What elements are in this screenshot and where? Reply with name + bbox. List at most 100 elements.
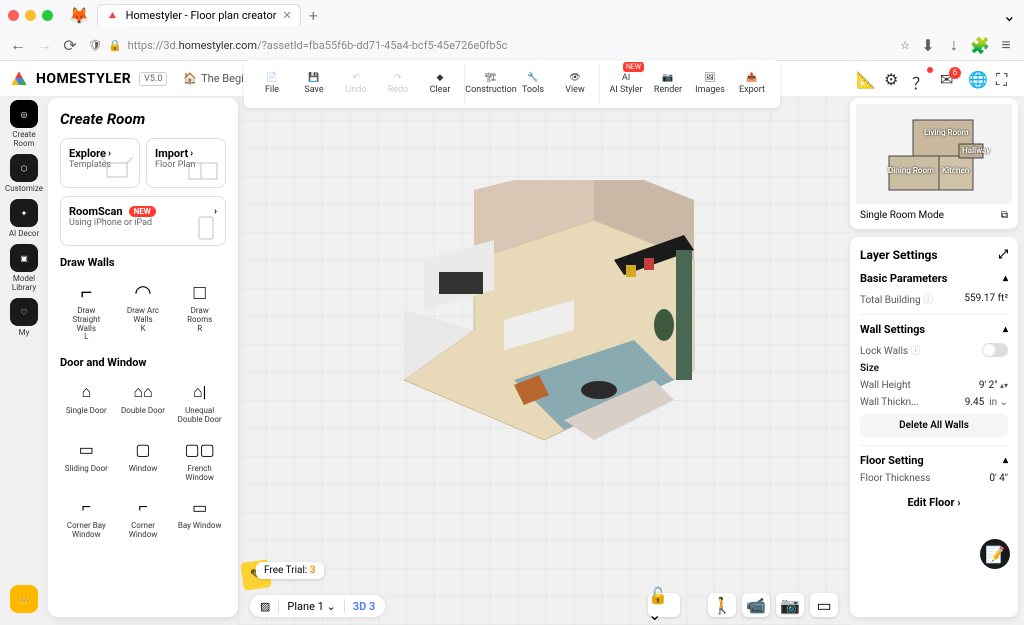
lock-toggle[interactable]: 🔓 ⌄ (648, 593, 680, 617)
door-window-tool-7[interactable]: ⌐Corner Window (117, 490, 170, 544)
mode-3d[interactable]: 3D 3 (353, 600, 375, 613)
door-window-tool-3[interactable]: ▭Sliding Door (60, 433, 113, 487)
rail-create-room[interactable]: ◎Create Room (4, 100, 44, 148)
top-toolbar: 📄File 💾Save ↶Undo ↷Redo ◆Clear 🏗Construc… (244, 60, 780, 108)
construction-button[interactable]: 🏗Construction (471, 64, 511, 104)
info-icon[interactable]: ⓘ (923, 295, 933, 306)
walk-icon[interactable]: 🚶 (708, 593, 736, 617)
import-card[interactable]: Import› Floor Plan (146, 138, 226, 188)
wall-tool-1[interactable]: ◠Draw Arc WallsK (117, 275, 170, 346)
vr-icon[interactable]: ▭ (810, 593, 838, 617)
camera-2-icon[interactable]: 📷 (776, 593, 804, 617)
edit-floor-button[interactable]: Edit Floor › (860, 490, 1008, 515)
size-heading: Size (860, 363, 879, 374)
collapse-icon[interactable]: ▴ (1003, 455, 1008, 466)
canvas-3d-view[interactable]: ✎ Free Trial: 3 ▨ Plane 1 ⌄ 3D 3 🔓 ⌄ 🚶 📹… (238, 96, 850, 625)
save-button[interactable]: 💾Save (294, 64, 334, 104)
wall-settings-heading: Wall Settings (860, 323, 925, 336)
globe-icon[interactable]: 🌐 (968, 70, 986, 88)
wall-tool-0[interactable]: ⌐Draw Straight WallsL (60, 275, 113, 346)
notes-fab[interactable]: 📝 (980, 539, 1010, 569)
minimap-room-label: Hallway (962, 146, 990, 155)
new-tab-button[interactable]: + (309, 6, 318, 25)
collapse-icon[interactable]: ▴ (1003, 273, 1008, 284)
extensions-icon[interactable]: 🧩 (972, 37, 988, 53)
unit-selector[interactable]: in (989, 397, 997, 408)
wall-tool-2[interactable]: □Draw RoomsR (173, 275, 226, 346)
door-window-heading: Door and Window (60, 356, 226, 369)
minimap-room-label: Dining Room (888, 166, 934, 175)
address-bar[interactable]: 🛡 🔒 https://3d.homestyler.com/?assetId=f… (88, 39, 910, 52)
right-panel: Living Room Hallway Dining Room Kitchen … (850, 96, 1024, 625)
expand-icon[interactable]: ⤢ (998, 247, 1008, 262)
roomscan-card[interactable]: RoomScanNEW› Using iPhone or iPad (60, 196, 226, 246)
copy-icon[interactable]: ⧉ (1001, 210, 1008, 221)
tab-close-icon[interactable]: ✕ (283, 9, 292, 22)
view-mode-bar: ▨ Plane 1 ⌄ 3D 3 (250, 595, 385, 617)
door-window-tool-4[interactable]: ▢Window (117, 433, 170, 487)
gear-icon[interactable]: ⚙ (884, 70, 902, 88)
chevron-down-icon[interactable]: ⌄ (1003, 6, 1016, 25)
basic-parameters-heading: Basic Parameters (860, 272, 947, 285)
ruler-icon[interactable]: 📐 (856, 70, 874, 88)
rail-crown[interactable]: 👑 (4, 585, 44, 613)
door-window-tool-2[interactable]: ⌂|Unequal Double Door (173, 375, 226, 429)
settings-title: Layer Settings (860, 248, 938, 262)
reload-button[interactable]: ⟳ (62, 37, 78, 53)
floorplan-icon (187, 161, 221, 183)
bookmark-star-icon[interactable]: ☆ (900, 39, 910, 52)
lock-walls-toggle[interactable] (982, 343, 1008, 357)
clear-button[interactable]: ◆Clear (420, 64, 460, 104)
ai-styler-button[interactable]: NEWAIAI Styler (606, 64, 646, 104)
fullscreen-icon[interactable]: ⛶ (996, 70, 1014, 88)
shield-icon[interactable]: 🛡 (88, 39, 102, 52)
forward-button: → (36, 37, 52, 53)
mail-icon[interactable]: ✉6 (940, 70, 958, 88)
camera-icon[interactable]: 📹 (742, 593, 770, 617)
door-window-tool-1[interactable]: ⌂⌂Double Door (117, 375, 170, 429)
door-window-tool-0[interactable]: ⌂Single Door (60, 375, 113, 429)
lock-icon[interactable]: 🔒 (108, 39, 122, 52)
floor-thickness-value[interactable]: 0' 4" (989, 473, 1008, 484)
help-icon[interactable]: ？ (912, 70, 930, 88)
file-button[interactable]: 📄File (252, 64, 292, 104)
wall-thickness-value[interactable]: 9.45 (965, 397, 985, 408)
minimap[interactable]: Living Room Hallway Dining Room Kitchen … (850, 98, 1018, 229)
explore-card[interactable]: Explore› Templates (60, 138, 140, 188)
door-window-tool-6[interactable]: ⌐Corner Bay Window (60, 490, 113, 544)
floor-setting-heading: Floor Setting (860, 454, 924, 467)
tools-button[interactable]: 🔧Tools (513, 64, 553, 104)
door-window-tool-5[interactable]: ▢▢French Window (173, 433, 226, 487)
rail-model-library[interactable]: ▣Model Library (4, 244, 44, 292)
back-button[interactable]: ← (10, 37, 26, 53)
delete-all-walls-button[interactable]: Delete All Walls (860, 414, 1008, 437)
images-button[interactable]: 🖼Images (690, 64, 730, 104)
browser-tab[interactable]: 🔺 Homestyler - Floor plan creator ✕ (97, 4, 301, 26)
logo-icon (10, 70, 28, 88)
minimap-room-label: Living Room (924, 128, 969, 137)
pocket-icon[interactable]: ⬇ (920, 37, 936, 53)
rail-ai-decor[interactable]: ✦AI Decor (4, 199, 44, 238)
info-icon[interactable]: ⓘ (911, 346, 921, 357)
undo-button[interactable]: ↶Undo (336, 64, 376, 104)
window-controls[interactable] (8, 10, 53, 21)
rail-customize[interactable]: ⬡Customize (4, 154, 44, 193)
view-button[interactable]: 👁View (555, 64, 595, 104)
minimap-room-label: Kitchen (942, 166, 969, 175)
hatch-icon[interactable]: ▨ (260, 600, 270, 613)
draw-walls-heading: Draw Walls (60, 256, 226, 269)
redo-button[interactable]: ↷Redo (378, 64, 418, 104)
total-building-value: 559.17 ft² (964, 293, 1008, 304)
plane-selector[interactable]: Plane 1 ⌄ (287, 600, 335, 613)
download-icon[interactable]: ↓ (946, 37, 962, 53)
wall-height-value[interactable]: 9' 2" (979, 380, 998, 391)
menu-icon[interactable]: ≡ (998, 37, 1014, 53)
browser-chrome: 🦊 🔺 Homestyler - Floor plan creator ✕ + … (0, 0, 1024, 61)
firefox-icon: 🦊 (69, 6, 89, 25)
rail-my[interactable]: ♡My (4, 298, 44, 337)
render-button[interactable]: 📷Render (648, 64, 688, 104)
export-button[interactable]: 📤Export (732, 64, 772, 104)
stepper-icon[interactable]: ▴▾ (1000, 381, 1008, 390)
door-window-tool-8[interactable]: ▭Bay Window (173, 490, 226, 544)
collapse-icon[interactable]: ▴ (1003, 324, 1008, 335)
